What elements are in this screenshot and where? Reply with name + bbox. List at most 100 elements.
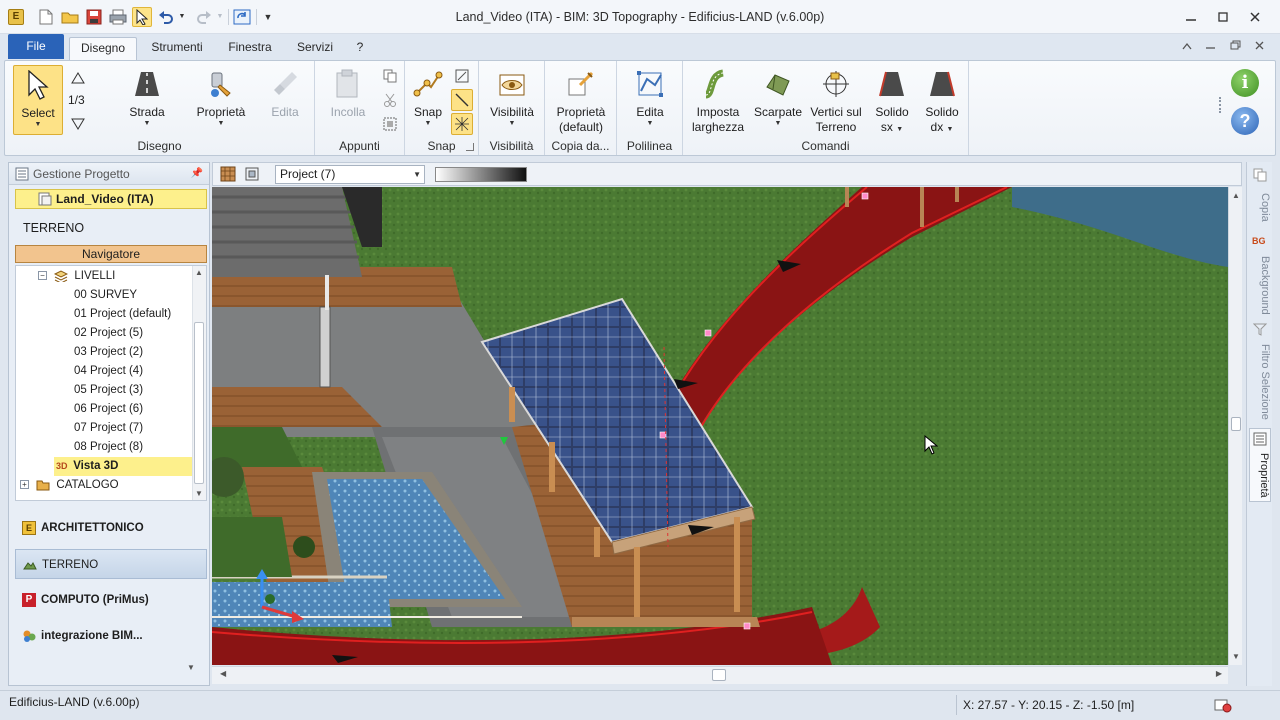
tree-level-item[interactable]: 06 Project (6) [74,400,143,419]
navigator-header[interactable]: Navigatore [15,245,207,263]
file-tab[interactable]: File [8,34,64,59]
ribbon-grip [1219,97,1221,113]
tab-servizi[interactable]: Servizi [289,37,341,60]
scroll-left-icon[interactable]: ◀ [220,669,226,678]
chevron-down-icon: ▼ [774,120,782,127]
proprieta-default-button[interactable]: Proprietà (default) [551,65,611,135]
tree-level-item[interactable]: 00 SURVEY [74,286,137,305]
visibilita-button[interactable]: Visibilità ▼ [483,65,541,128]
snap-grid-icon[interactable] [451,113,473,135]
incolla-button[interactable]: Incolla [319,65,377,120]
redo-dropdown-icon[interactable]: ▼ [214,7,226,27]
scroll-down-icon[interactable]: ▼ [1232,652,1240,661]
edita-disabled-button[interactable]: Edita [257,65,313,120]
tree-level-item[interactable]: 05 Project (3) [74,381,143,400]
chevron-down-icon: ▼ [946,126,954,133]
triangle-up-icon[interactable] [67,67,89,89]
solido-sx-button[interactable]: Solido sx ▼ [869,65,915,135]
open-folder-icon[interactable] [60,7,80,27]
module-architettonico[interactable]: E ARCHITETTONICO [15,513,207,543]
imposta-larghezza-button[interactable]: Imposta larghezza [687,65,749,135]
chevron-down-icon: ▼ [896,126,904,133]
scroll-right-icon[interactable]: ▶ [1216,669,1222,678]
tree-scroll-thumb[interactable] [194,322,204,484]
scroll-up-icon[interactable]: ▲ [195,268,203,277]
tree-node-vista-3d[interactable]: 3D Vista 3D [54,457,192,476]
help-icon[interactable]: ? [1231,107,1259,135]
scroll-up-icon[interactable]: ▲ [1232,191,1240,200]
tree-level-item[interactable]: 01 Project (default) [74,305,171,324]
maximize-icon[interactable] [1208,6,1238,28]
module-computo[interactable]: P COMPUTO (PriMus) [15,585,207,615]
tree-level-item[interactable]: 08 Project (8) [74,438,143,457]
customize-toolbar-icon[interactable]: ▼ [260,7,276,27]
snap-line-icon[interactable] [451,89,473,111]
tree-level-item[interactable]: 07 Project (7) [74,419,143,438]
mdi-restore-icon[interactable] [1224,38,1246,56]
close-icon[interactable] [1240,6,1270,28]
undo-icon[interactable] [156,7,176,27]
mdi-minimize-icon[interactable] [1200,38,1222,56]
copy-properties-icon [564,67,598,101]
proprieta-button[interactable]: Proprietà ▼ [191,65,251,128]
tab-finestra[interactable]: Finestra [222,37,278,60]
module-integrazione-bim[interactable]: integrazione BIM... [15,621,207,651]
select-button[interactable]: Select ▼ [13,65,63,135]
vertici-terreno-button[interactable]: Vertici sul Terreno [807,65,865,135]
copy-icon[interactable] [379,65,401,87]
new-file-icon[interactable] [36,7,56,27]
3d-viewport[interactable] [212,187,1228,665]
solido-dx-button[interactable]: Solido dx ▼ [919,65,965,135]
status-settings-icon[interactable] [1214,697,1232,713]
tab-help[interactable]: ? [350,37,370,60]
scarpate-button[interactable]: Scarpate ▼ [749,65,807,128]
undo-dropdown-icon[interactable]: ▼ [176,7,188,27]
mdi-close-icon[interactable] [1248,38,1270,56]
level-combo[interactable]: Project (7) ▼ [275,165,425,184]
strada-button[interactable]: Strada ▼ [117,65,177,128]
tree-scrollbar[interactable]: ▲ ▼ [192,266,206,500]
app-logo-icon[interactable]: E [8,9,24,25]
refresh-icon[interactable] [232,7,252,27]
snap-endpoint-icon[interactable] [451,65,473,87]
tree-level-item[interactable]: 03 Project (2) [74,343,143,362]
pin-icon[interactable]: 📌 [191,163,203,185]
zoom-extents-icon[interactable] [241,163,263,185]
right-dock: Copia Background BG Filtro Selezione Pro… [1246,162,1272,686]
info-icon[interactable]: i [1231,69,1259,97]
more-modules-chevron-icon[interactable]: ▼ [187,663,195,672]
minimize-icon[interactable] [1176,6,1206,28]
print-icon[interactable] [108,7,128,27]
snap-settings-launcher[interactable] [466,143,474,151]
edita-button[interactable]: Edita ▼ [623,65,677,128]
select-pointer-icon[interactable] [132,7,152,27]
visibility-eye-icon [495,67,529,101]
tree-level-item[interactable]: 02 Project (5) [74,324,143,343]
collapse-toggle-icon[interactable]: − [38,271,47,281]
cut-scissors-icon[interactable] [379,89,401,111]
module-terreno[interactable]: TERRENO [15,549,207,579]
triangle-down-icon[interactable] [67,113,89,135]
viewport-hscroll-thumb[interactable] [712,669,726,681]
scroll-down-icon[interactable]: ▼ [195,489,203,498]
edit-brush-icon [268,67,302,101]
viewport-vertical-scrollbar[interactable]: ▲ ▼ [1228,187,1242,665]
viewport-vscroll-thumb[interactable] [1231,417,1241,431]
expand-toggle-icon[interactable]: + [20,480,29,490]
tree-node-livelli[interactable]: − LIVELLI [38,267,115,286]
save-icon[interactable] [84,7,104,27]
project-root-item[interactable]: Land_Video (ITA) [15,189,207,209]
transparency-slider[interactable] [435,167,527,182]
render-mode-icon[interactable] [217,163,239,185]
viewport-horizontal-scrollbar[interactable]: ◀ ▶ [212,666,1228,684]
select-area-icon[interactable] [379,113,401,135]
tree-level-item[interactable]: 04 Project (4) [74,362,143,381]
tree-node-catalogo[interactable]: + CATALOGO [20,476,119,495]
tab-strumenti[interactable]: Strumenti [143,37,211,60]
ribbon-group-comandi: Imposta larghezza Scarpate ▼ Vertici sul… [683,61,969,155]
tab-disegno[interactable]: Disegno [69,37,137,60]
terrain-icon [23,562,37,570]
ribbon-collapse-icon[interactable] [1176,38,1198,56]
snap-button[interactable]: Snap ▼ [409,65,447,128]
redo-icon[interactable] [194,7,214,27]
